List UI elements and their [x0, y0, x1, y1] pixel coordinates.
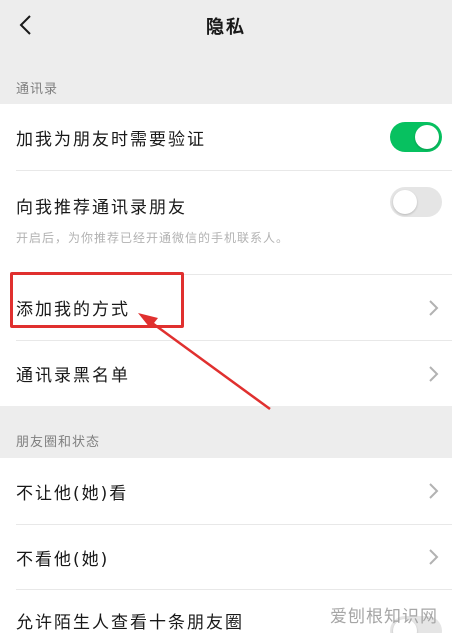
- row-hide-from-label: 不让他(她)看: [16, 483, 129, 504]
- toggle-knob: [415, 125, 439, 149]
- toggle-knob: [393, 190, 417, 214]
- chevron-right-icon: [429, 483, 439, 499]
- chevron-left-icon: [19, 15, 31, 35]
- chevron-right-icon: [429, 549, 439, 565]
- row-stranger-ten-label: 允许陌生人查看十条朋友圈: [16, 613, 244, 633]
- header-bar: 隐私: [0, 0, 452, 52]
- contacts-card: 加我为朋友时需要验证 向我推荐通讯录朋友 开启后，为你推荐已经开通微信的手机联系…: [0, 104, 452, 406]
- row-verify-label: 加我为朋友时需要验证: [16, 129, 206, 150]
- row-hide-from[interactable]: 不让他(她)看: [0, 458, 452, 524]
- row-verify: 加我为朋友时需要验证: [0, 104, 452, 170]
- section-label-moments: 朋友圈和状态: [16, 435, 101, 450]
- watermark-text: 爱刨根知识网: [330, 607, 438, 627]
- recommend-toggle[interactable]: [390, 187, 442, 217]
- chevron-right-icon: [429, 366, 439, 382]
- back-button[interactable]: [10, 10, 40, 40]
- page-title: 隐私: [206, 17, 246, 38]
- row-dont-see[interactable]: 不看他(她): [0, 525, 452, 589]
- verify-toggle[interactable]: [390, 122, 442, 152]
- chevron-right-icon: [429, 300, 439, 316]
- section-label-contacts: 通讯录: [16, 82, 59, 97]
- recommend-hint: 开启后，为你推荐已经开通微信的手机联系人。: [16, 231, 290, 245]
- row-recommend-label: 向我推荐通讯录朋友: [16, 198, 187, 218]
- row-add-methods[interactable]: 添加我的方式: [0, 275, 452, 340]
- row-blacklist-label: 通讯录黑名单: [16, 366, 130, 386]
- row-dont-see-label: 不看他(她): [16, 549, 110, 570]
- row-blacklist[interactable]: 通讯录黑名单: [0, 341, 452, 406]
- row-add-methods-label: 添加我的方式: [16, 300, 130, 320]
